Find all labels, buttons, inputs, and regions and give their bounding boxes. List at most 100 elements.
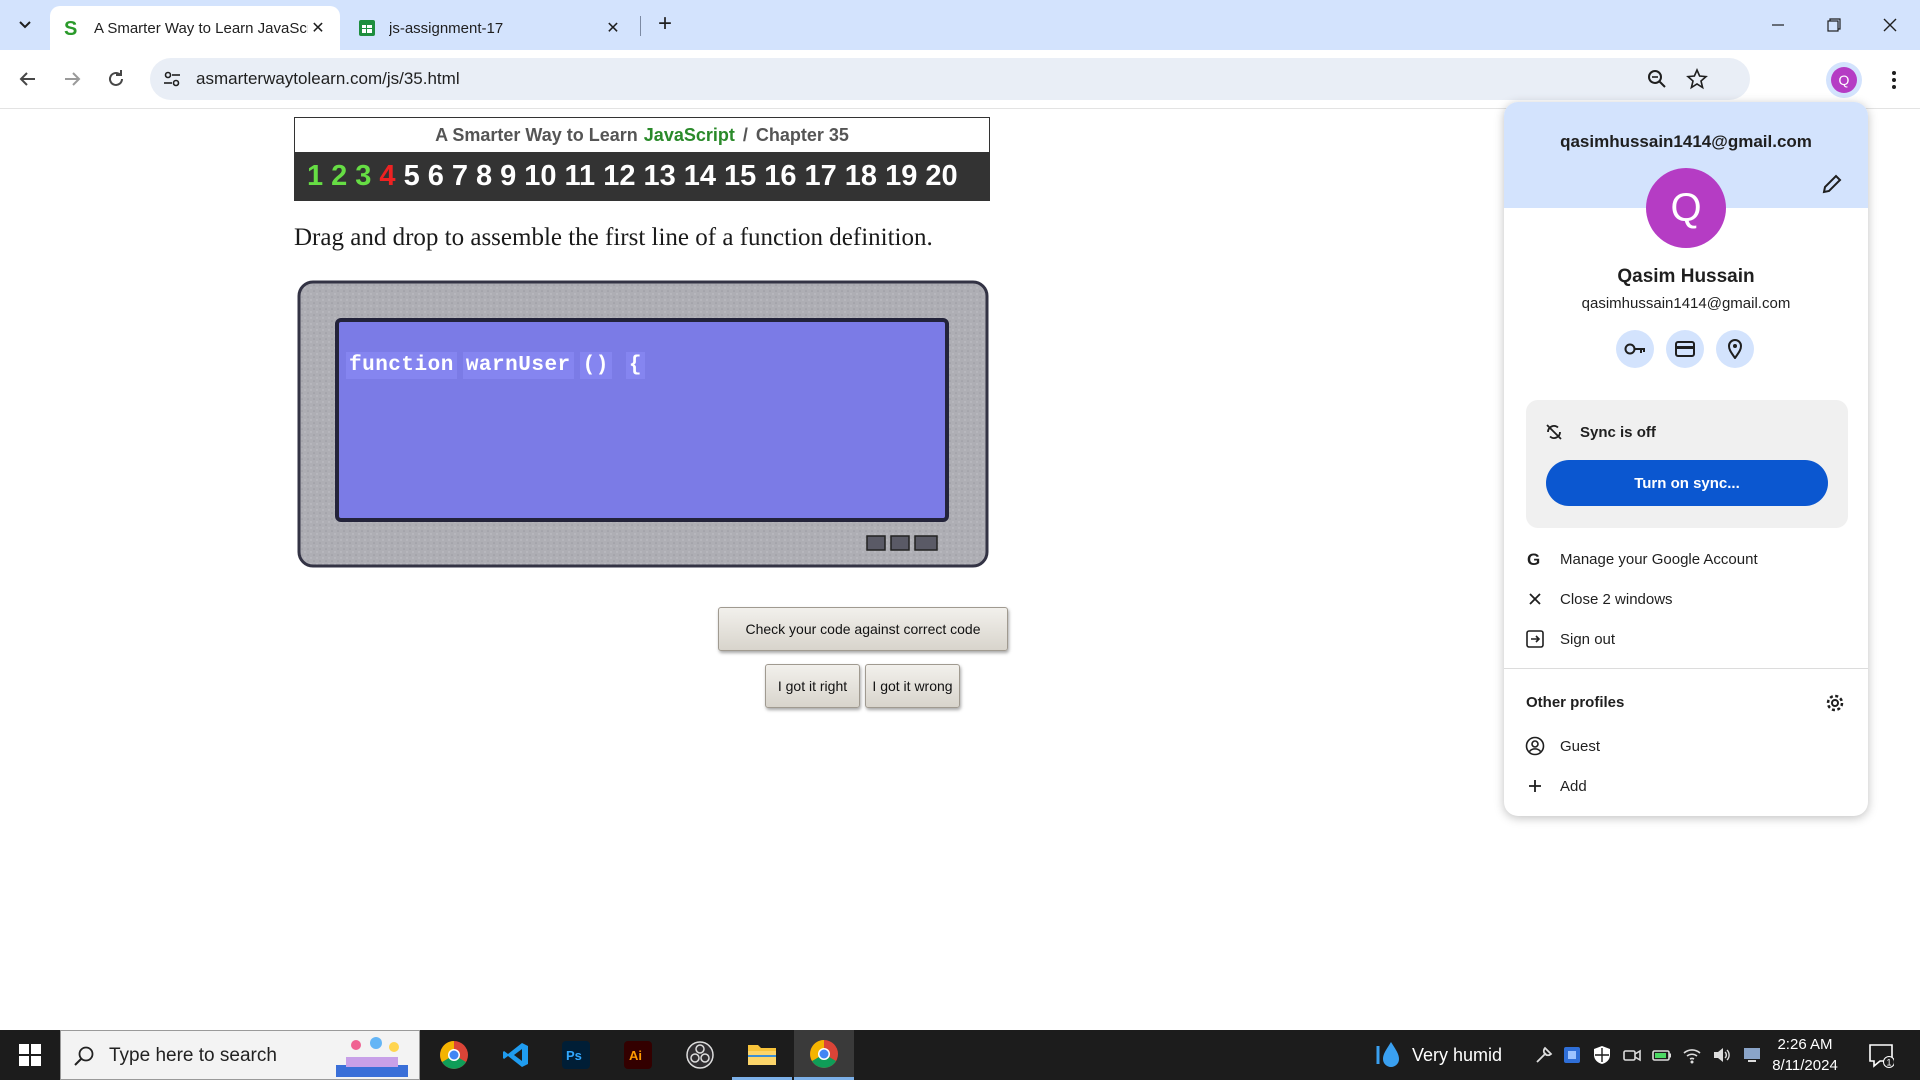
chapter-link-4[interactable]: 4 — [379, 160, 395, 193]
chapter-link-11[interactable]: 11 — [565, 160, 596, 193]
guest-profile[interactable]: Guest — [1504, 727, 1868, 765]
reload-icon — [109, 70, 123, 86]
tab-asmarterway[interactable]: S A Smarter Way to Learn JavaScr ✕ — [50, 6, 340, 50]
clock-time: 2:26 AM — [1777, 1036, 1833, 1053]
chapter-link-18[interactable]: 18 — [845, 160, 877, 193]
wifi-icon[interactable] — [1682, 1045, 1702, 1065]
security-shield-icon[interactable] — [1592, 1045, 1612, 1065]
language-link[interactable]: JavaScript — [644, 125, 735, 146]
divider — [1504, 668, 1868, 669]
monitor-screen — [335, 318, 949, 522]
code-token-parens[interactable]: () — [579, 352, 612, 379]
monitor-drop-area[interactable] — [295, 278, 991, 572]
monitor-button — [866, 535, 886, 551]
code-token-name[interactable]: warnUser — [462, 352, 574, 379]
chapter-link-20[interactable]: 20 — [925, 160, 957, 193]
taskbar-photoshop[interactable]: Ps — [546, 1030, 606, 1080]
taskbar-search[interactable]: Type here to search — [60, 1030, 420, 1080]
clock-date: 8/11/2024 — [1772, 1057, 1838, 1074]
chapter-link-6[interactable]: 6 — [428, 160, 444, 193]
close-tab-icon[interactable]: ✕ — [603, 18, 623, 38]
taskbar-illustrator[interactable]: Ai — [608, 1030, 668, 1080]
taskbar-file-explorer[interactable] — [732, 1030, 792, 1080]
forward-button[interactable] — [56, 63, 88, 95]
chapter-link-12[interactable]: 12 — [603, 160, 635, 193]
tab-separator — [640, 16, 641, 36]
chapter-link-7[interactable]: 7 — [452, 160, 468, 193]
chapter-link-14[interactable]: 14 — [684, 160, 716, 193]
sheets-icon — [357, 18, 377, 38]
meet-now-icon[interactable] — [1622, 1045, 1642, 1065]
menu-item-label: Guest — [1560, 737, 1601, 755]
tab-search-button[interactable] — [10, 10, 40, 40]
taskbar-chrome[interactable] — [424, 1030, 484, 1080]
chapter-link-17[interactable]: 17 — [805, 160, 837, 193]
turn-on-sync-button[interactable]: Turn on sync... — [1546, 460, 1828, 506]
close-tab-icon[interactable]: ✕ — [308, 18, 328, 38]
menu-item-label: Manage your Google Account — [1560, 550, 1758, 568]
book-title[interactable]: A Smarter Way to Learn — [435, 125, 638, 146]
bookmark-star-icon[interactable] — [1686, 68, 1708, 90]
battery-icon[interactable] — [1652, 1045, 1672, 1065]
chapter-link-9[interactable]: 9 — [500, 160, 516, 193]
got-it-wrong-button[interactable]: I got it wrong — [865, 664, 960, 708]
volume-icon[interactable] — [1712, 1045, 1732, 1065]
weather-widget[interactable]: Very humid — [1374, 1030, 1502, 1080]
taskbar-vscode[interactable] — [486, 1030, 546, 1080]
code-token-function[interactable]: function — [346, 352, 457, 379]
minimize-button[interactable] — [1750, 0, 1806, 50]
tray-app-icon[interactable] — [1562, 1045, 1582, 1065]
start-button[interactable] — [0, 1030, 60, 1080]
sign-out[interactable]: Sign out — [1504, 620, 1868, 658]
taskbar-chrome-active[interactable] — [794, 1030, 854, 1080]
url-text[interactable]: asmarterwaytolearn.com/js/35.html — [196, 69, 460, 89]
search-highlight-art-icon — [336, 1037, 408, 1077]
browser-menu-button[interactable] — [1880, 64, 1908, 96]
passwords-button[interactable] — [1616, 330, 1654, 368]
address-bar[interactable]: asmarterwaytolearn.com/js/35.html — [150, 58, 1750, 100]
chapter-link-15[interactable]: 15 — [724, 160, 756, 193]
chapter-link-19[interactable]: 19 — [885, 160, 917, 193]
tray-tool-icon[interactable] — [1534, 1045, 1554, 1065]
profile-button[interactable]: Q — [1826, 62, 1862, 98]
addresses-button[interactable] — [1716, 330, 1754, 368]
got-it-right-button[interactable]: I got it right — [765, 664, 860, 708]
payment-methods-button[interactable] — [1666, 330, 1704, 368]
taskbar-obs[interactable] — [670, 1030, 730, 1080]
new-tab-button[interactable]: + — [650, 10, 680, 40]
chapter-link-8[interactable]: 8 — [476, 160, 492, 193]
manage-google-account[interactable]: G Manage your Google Account — [1504, 540, 1868, 578]
chapter-link-5[interactable]: 5 — [404, 160, 420, 193]
input-display-icon[interactable] — [1742, 1045, 1762, 1065]
sync-panel: Sync is off Turn on sync... — [1526, 400, 1848, 528]
taskbar: Type here to search Ps Ai Very humid 2:2… — [0, 1030, 1920, 1080]
add-profile[interactable]: Add — [1504, 767, 1868, 805]
restore-button[interactable] — [1806, 0, 1862, 50]
sign-out-icon — [1524, 628, 1546, 650]
chapter-link-13[interactable]: 13 — [643, 160, 675, 193]
minimize-icon — [1772, 24, 1784, 26]
chapter-link-10[interactable]: 10 — [524, 160, 556, 193]
code-token-brace[interactable]: { — [625, 352, 645, 379]
gear-icon[interactable] — [1824, 692, 1846, 714]
close-window-button[interactable] — [1862, 0, 1918, 50]
notification-count: 1 — [1886, 1058, 1891, 1068]
edit-pencil-icon[interactable] — [1820, 172, 1844, 196]
chapter-link-1[interactable]: 1 — [307, 160, 323, 193]
check-code-button[interactable]: Check your code against correct code — [718, 607, 1008, 651]
zoom-icon[interactable] — [1646, 68, 1668, 90]
tab-js-assignment[interactable]: js-assignment-17 ✕ — [345, 6, 635, 50]
google-icon: G — [1524, 548, 1546, 570]
notification-icon[interactable]: 1 — [1868, 1042, 1894, 1068]
profile-email: qasimhussain1414@gmail.com — [1581, 295, 1791, 312]
chapter-link-3[interactable]: 3 — [355, 160, 371, 193]
reload-button[interactable] — [100, 63, 132, 95]
site-info-icon[interactable] — [162, 69, 182, 89]
chapter-link-2[interactable]: 2 — [331, 160, 347, 193]
monitor-button — [914, 535, 938, 551]
close-windows[interactable]: Close 2 windows — [1504, 580, 1868, 618]
back-arrow-icon — [19, 72, 35, 86]
chapter-link-16[interactable]: 16 — [764, 160, 796, 193]
system-clock[interactable]: 2:26 AM 8/11/2024 — [1768, 1034, 1842, 1076]
back-button[interactable] — [12, 63, 44, 95]
